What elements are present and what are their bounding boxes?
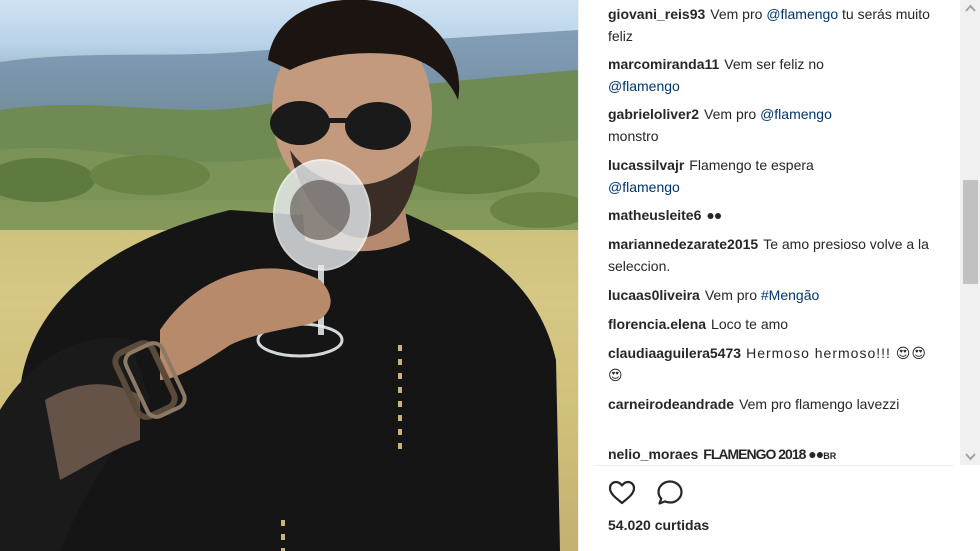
comment-text: FLAMENGO 2018 ●●: [703, 446, 824, 462]
comment-username[interactable]: lucaas0liveira: [608, 287, 700, 303]
photo-illustration: [0, 0, 578, 551]
comment-text: Vem pro flamengo lavezzi: [739, 396, 900, 412]
divider: [594, 465, 954, 466]
comment-text: Vem ser feliz no: [724, 56, 824, 72]
comment: lucaas0liveira Vem pro #Mengão: [608, 284, 938, 306]
comment-text: Vem pro: [704, 106, 761, 122]
comment: gabrieloliver2 Vem pro @flamengo monstro: [608, 103, 938, 147]
comment: florencia.elena Loco te amo: [608, 313, 938, 335]
comment-hashtag[interactable]: #Mengão: [761, 287, 819, 303]
comment-username[interactable]: lucassilvajr: [608, 157, 684, 173]
comment-text-after: monstro: [608, 128, 659, 144]
comment-text: ●●: [706, 207, 722, 223]
flag-code: BR: [823, 451, 837, 461]
scroll-down-arrow-icon[interactable]: [960, 448, 980, 465]
comment-text: Vem pro: [704, 287, 761, 303]
heart-icon: [608, 480, 636, 505]
post-photo: [0, 0, 578, 551]
comment-button[interactable]: [655, 478, 685, 508]
comment-username[interactable]: carneirodeandrade: [608, 396, 734, 412]
comment-mention[interactable]: @flamengo: [760, 106, 832, 122]
speech-bubble-icon: [657, 480, 683, 505]
likes-count[interactable]: 54.020 curtidas: [608, 517, 709, 533]
comment-mention[interactable]: @flamengo: [608, 179, 680, 195]
like-button[interactable]: [607, 478, 637, 508]
comment: lucassilvajr Flamengo te espera @flamengo: [608, 154, 938, 198]
comment-username[interactable]: nelio_moraes: [608, 446, 698, 462]
scrollbar-thumb[interactable]: [963, 180, 978, 284]
comment-username[interactable]: marcomiranda11: [608, 56, 719, 72]
scroll-up-arrow-icon[interactable]: [960, 0, 980, 17]
comment-username[interactable]: mariannedezarate2015: [608, 236, 758, 252]
comment: claudiaaguilera5473 Hermoso hermoso!!! 😍😍…: [608, 342, 938, 386]
comment: nelio_moraes FLAMENGO 2018 ●●BR: [608, 443, 938, 465]
comment-text: Flamengo te espera: [689, 157, 814, 173]
comment-username[interactable]: matheusleite6: [608, 207, 701, 223]
comment-text: Vem pro: [710, 6, 767, 22]
comment-mention[interactable]: @flamengo: [766, 6, 838, 22]
comment-text: Loco te amo: [711, 316, 789, 332]
comments-scrollbar[interactable]: [960, 0, 980, 465]
comment-mention[interactable]: @flamengo: [608, 78, 680, 94]
comment: mariannedezarate2015 Te amo presioso volv…: [608, 233, 938, 277]
comments-list[interactable]: giovani_reis93 Vem pro @flamengo tu serás…: [579, 0, 954, 465]
comment-username[interactable]: claudiaaguilera5473: [608, 345, 741, 361]
comment: marcomiranda11 Vem ser feliz no @flamengo: [608, 53, 938, 97]
post-sidebar: giovani_reis93 Vem pro @flamengo tu serás…: [578, 0, 980, 551]
comment-username[interactable]: florencia.elena: [608, 316, 706, 332]
comment: carneirodeandrade Vem pro flamengo lavezz…: [608, 393, 938, 415]
comment: giovani_reis93 Vem pro @flamengo tu serás…: [608, 3, 938, 47]
comment-username[interactable]: giovani_reis93: [608, 6, 705, 22]
comment: matheusleite6 ●●: [608, 204, 938, 226]
comment-username[interactable]: gabrieloliver2: [608, 106, 699, 122]
